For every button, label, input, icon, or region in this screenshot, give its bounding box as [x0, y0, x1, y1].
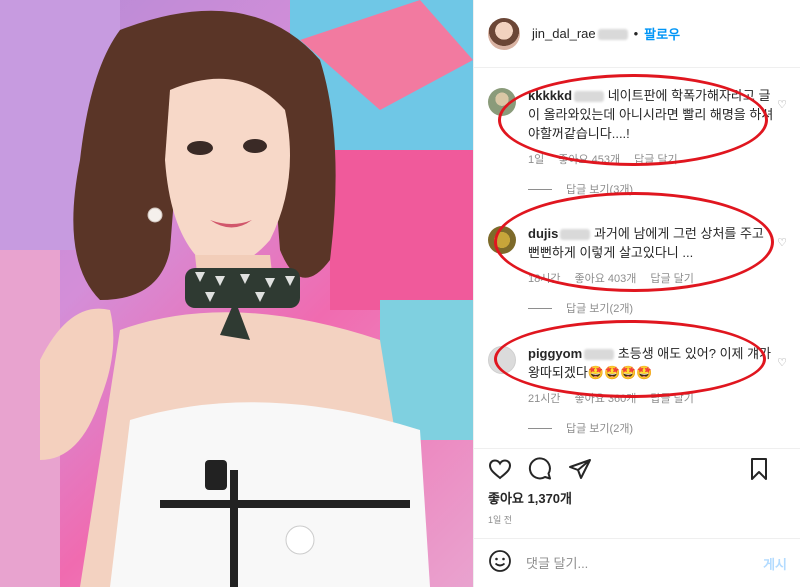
comment-likes[interactable]: 좋아요 453개: [558, 151, 620, 167]
bookmark-icon[interactable]: [747, 457, 771, 481]
comment-meta: 18시간 좋아요 403개 답글 달기: [528, 270, 776, 286]
view-replies-label: 답글 보기(2개): [566, 423, 634, 435]
reply-button[interactable]: 답글 달기: [650, 390, 694, 406]
username-redaction: [574, 91, 605, 103]
comment-icon[interactable]: [528, 456, 552, 481]
post-time: 1일 전: [488, 515, 513, 525]
author-avatar[interactable]: [488, 17, 520, 50]
comment-meta: 21시간 좋아요 360개 답글 달기: [528, 390, 776, 406]
comment-item: piggyom 초등생 애도 있어? 이제 걔가 왕따되겠다🤩🤩🤩🤩 21시간 …: [474, 344, 800, 436]
view-replies-label: 답글 보기(2개): [566, 303, 634, 315]
comment-heart-icon[interactable]: ♡: [777, 98, 787, 111]
comment-time[interactable]: 1일: [528, 151, 544, 167]
post-comment-button[interactable]: 게시: [763, 554, 787, 573]
post-photo: [0, 0, 473, 587]
username-redaction: [584, 349, 615, 361]
comment-text: kkkkkd 네이트판에 학폭가해자라고 글이 올라와있는데 아니시라면 빨리 …: [528, 86, 776, 143]
likes-count[interactable]: 좋아요 1,370개: [488, 488, 572, 507]
comment-input[interactable]: [526, 555, 746, 571]
comment-likes[interactable]: 좋아요 403개: [574, 270, 636, 286]
author-username[interactable]: jin_dal_rae: [532, 26, 628, 41]
post-header: jin_dal_rae • 팔로우: [474, 0, 800, 68]
username-redaction: [597, 29, 628, 41]
add-comment-bar: 게시: [474, 538, 800, 587]
commenter-username[interactable]: dujis: [528, 226, 558, 241]
action-bar: [474, 448, 800, 488]
comment-time[interactable]: 21시간: [528, 390, 560, 406]
comment-item: dujis 과거에 남에게 그런 상처를 주고 뻔뻔하게 이렇게 살고있다니 .…: [474, 224, 800, 316]
commenter-username[interactable]: kkkkkd: [528, 88, 572, 103]
comment-heart-icon[interactable]: ♡: [777, 236, 787, 249]
reply-button[interactable]: 답글 달기: [650, 270, 694, 286]
post-sidebar: jin_dal_rae • 팔로우 kkkkkd 네이트판에 학폭가해자라고 글…: [473, 0, 800, 587]
commenter-avatar[interactable]: [488, 346, 516, 374]
separator-dot: •: [633, 26, 639, 41]
comment-heart-icon[interactable]: ♡: [777, 356, 787, 369]
commenter-avatar[interactable]: [488, 226, 516, 254]
comment-text: piggyom 초등생 애도 있어? 이제 걔가 왕따되겠다🤩🤩🤩🤩: [528, 344, 776, 382]
comment-meta: 1일 좋아요 453개 답글 달기: [528, 151, 776, 167]
heart-icon[interactable]: [488, 457, 512, 481]
smiley-icon[interactable]: [488, 549, 512, 578]
replies-line: [528, 188, 552, 190]
reply-button[interactable]: 답글 달기: [634, 151, 678, 167]
comment-text: dujis 과거에 남에게 그런 상처를 주고 뻔뻔하게 이렇게 살고있다니 .…: [528, 224, 776, 262]
comment-item: kkkkkd 네이트판에 학폭가해자라고 글이 올라와있는데 아니시라면 빨리 …: [474, 86, 800, 197]
username-redaction: [560, 229, 591, 241]
replies-line: [528, 427, 552, 429]
comment-likes[interactable]: 좋아요 360개: [574, 390, 636, 406]
view-replies-button[interactable]: 답글 보기(2개): [528, 420, 776, 436]
commenter-username[interactable]: piggyom: [528, 346, 582, 361]
follow-button[interactable]: 팔로우: [644, 24, 680, 43]
view-replies-button[interactable]: 답글 보기(2개): [528, 300, 776, 316]
photo-illustration: [0, 0, 473, 587]
replies-line: [528, 307, 552, 309]
view-replies-label: 답글 보기(3개): [566, 184, 634, 196]
share-icon[interactable]: [568, 457, 592, 481]
comment-time[interactable]: 18시간: [528, 270, 560, 286]
commenter-avatar[interactable]: [488, 88, 516, 116]
view-replies-button[interactable]: 답글 보기(3개): [528, 181, 776, 197]
